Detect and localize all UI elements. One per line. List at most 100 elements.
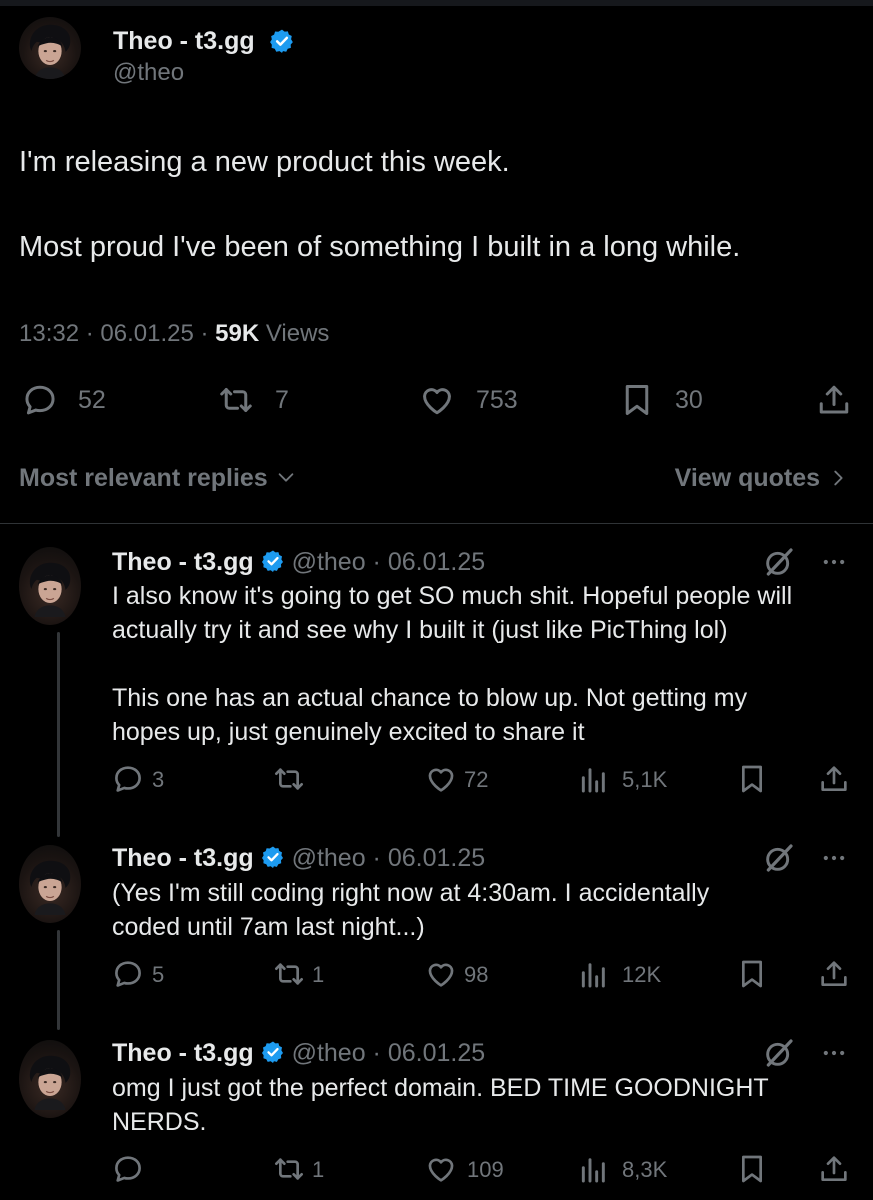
- heart-icon: [418, 382, 456, 418]
- reply-text-line: omg I just got the perfect domain. BED T…: [112, 1074, 769, 1102]
- repost-count: 1: [312, 1157, 325, 1182]
- post-date[interactable]: 06.01.25: [100, 320, 193, 347]
- thread-connector: [57, 632, 60, 837]
- post-time[interactable]: 13:32: [19, 320, 79, 347]
- reply-text-line: This one has an actual chance to blow up…: [112, 684, 748, 712]
- grok-button[interactable]: [763, 546, 795, 578]
- more-icon: [818, 844, 850, 872]
- reply-icon: [112, 1153, 144, 1185]
- like-button[interactable]: [424, 1153, 458, 1185]
- views-button[interactable]: [578, 958, 610, 990]
- avatar[interactable]: [19, 547, 81, 625]
- views-button[interactable]: [578, 1153, 610, 1185]
- reply-text-line: I also know it's going to get SO much sh…: [112, 582, 793, 610]
- avatar-face-icon: [19, 17, 81, 79]
- reply-header: Theo - t3.gg @theo · 06.01.25: [112, 1036, 485, 1070]
- heart-icon: [424, 763, 458, 795]
- post-text-line-2: Most proud I've been of something I buil…: [19, 231, 741, 263]
- bookmark-button[interactable]: [736, 1153, 768, 1185]
- share-icon: [816, 382, 852, 418]
- avatar[interactable]: [19, 1040, 81, 1118]
- share-button[interactable]: [818, 958, 850, 990]
- like-count: 753: [476, 386, 518, 414]
- share-button[interactable]: [816, 382, 852, 418]
- chevron-right-icon: [827, 467, 849, 489]
- views-button[interactable]: [578, 763, 610, 795]
- reply-text-line: (Yes I'm still coding right now at 4:30a…: [112, 879, 710, 907]
- avatar[interactable]: [19, 845, 81, 923]
- share-button[interactable]: [818, 763, 850, 795]
- bookmark-icon: [736, 1153, 768, 1185]
- meta-separator: ·: [193, 320, 216, 347]
- post-text-line-1: I'm releasing a new product this week.: [19, 146, 510, 178]
- verified-badge-icon[interactable]: [261, 845, 285, 869]
- reply-text-line: hopes up, just genuinely excited to shar…: [112, 718, 585, 746]
- repost-icon: [272, 1153, 306, 1185]
- reply-date[interactable]: 06.01.25: [388, 1039, 485, 1067]
- repost-button[interactable]: [217, 382, 255, 418]
- avatar[interactable]: [19, 17, 81, 79]
- author-name[interactable]: Theo - t3.gg: [112, 844, 254, 872]
- author-handle[interactable]: @theo: [292, 1039, 366, 1067]
- reply-button[interactable]: [112, 958, 144, 990]
- repost-button[interactable]: [272, 763, 306, 795]
- grok-icon: [763, 546, 795, 578]
- view-quotes-link[interactable]: View quotes: [675, 461, 849, 495]
- grok-button[interactable]: [763, 1037, 795, 1069]
- view-quotes-label: View quotes: [674, 464, 821, 492]
- bookmark-count: 30: [675, 386, 703, 414]
- meta-separator: ·: [365, 844, 388, 872]
- reply-sort-dropdown[interactable]: Most relevant replies: [19, 461, 297, 495]
- author-name[interactable]: Theo - t3.gg: [112, 548, 254, 576]
- author-handle[interactable]: @theo: [113, 58, 184, 88]
- reply-text-line: NERDS.: [112, 1108, 207, 1136]
- reply-count: 52: [78, 386, 106, 414]
- verified-badge-icon[interactable]: [269, 28, 295, 54]
- verified-badge-icon[interactable]: [261, 1040, 285, 1064]
- avatar-face-icon: [19, 547, 81, 625]
- like-count: 109: [467, 1157, 504, 1182]
- avatar-face-icon: [19, 845, 81, 923]
- reply-date[interactable]: 06.01.25: [388, 844, 485, 872]
- more-options-button[interactable]: [818, 1039, 850, 1067]
- reply-button[interactable]: [112, 1153, 144, 1185]
- repost-button[interactable]: [272, 958, 306, 990]
- reply-date[interactable]: 06.01.25: [388, 548, 485, 576]
- more-options-button[interactable]: [818, 548, 850, 576]
- reply-icon: [22, 382, 58, 418]
- repost-button[interactable]: [272, 1153, 306, 1185]
- more-icon: [818, 548, 850, 576]
- like-button[interactable]: [418, 382, 456, 418]
- views-count: 59K: [215, 320, 260, 347]
- bookmark-icon: [736, 763, 768, 795]
- grok-icon: [763, 1037, 795, 1069]
- share-button[interactable]: [818, 1153, 850, 1185]
- bookmark-button[interactable]: [736, 958, 768, 990]
- repost-count: 1: [312, 962, 325, 987]
- views-count: 8,3K: [622, 1157, 668, 1182]
- repost-icon: [272, 958, 306, 990]
- reply-sort-label: Most relevant replies: [19, 464, 268, 492]
- author-handle[interactable]: @theo: [292, 844, 366, 872]
- grok-button[interactable]: [763, 842, 795, 874]
- author-name[interactable]: Theo - t3.gg: [112, 1039, 254, 1067]
- chevron-down-icon: [275, 466, 297, 488]
- reply-header: Theo - t3.gg @theo · 06.01.25: [112, 841, 485, 875]
- thread-connector: [57, 930, 60, 1030]
- views-icon: [578, 958, 610, 990]
- author-name[interactable]: Theo - t3.gg: [113, 24, 255, 58]
- reply-button[interactable]: [22, 382, 58, 418]
- author-handle[interactable]: @theo: [292, 548, 366, 576]
- bookmark-button[interactable]: [619, 382, 655, 418]
- heart-icon: [424, 958, 458, 990]
- like-button[interactable]: [424, 958, 458, 990]
- verified-badge-icon[interactable]: [261, 549, 285, 573]
- reply-button[interactable]: [112, 763, 144, 795]
- more-options-button[interactable]: [818, 844, 850, 872]
- reply-count: 5: [152, 962, 165, 987]
- share-icon: [818, 1153, 850, 1185]
- share-icon: [818, 958, 850, 990]
- like-button[interactable]: [424, 763, 458, 795]
- like-count: 98: [464, 962, 489, 987]
- bookmark-button[interactable]: [736, 763, 768, 795]
